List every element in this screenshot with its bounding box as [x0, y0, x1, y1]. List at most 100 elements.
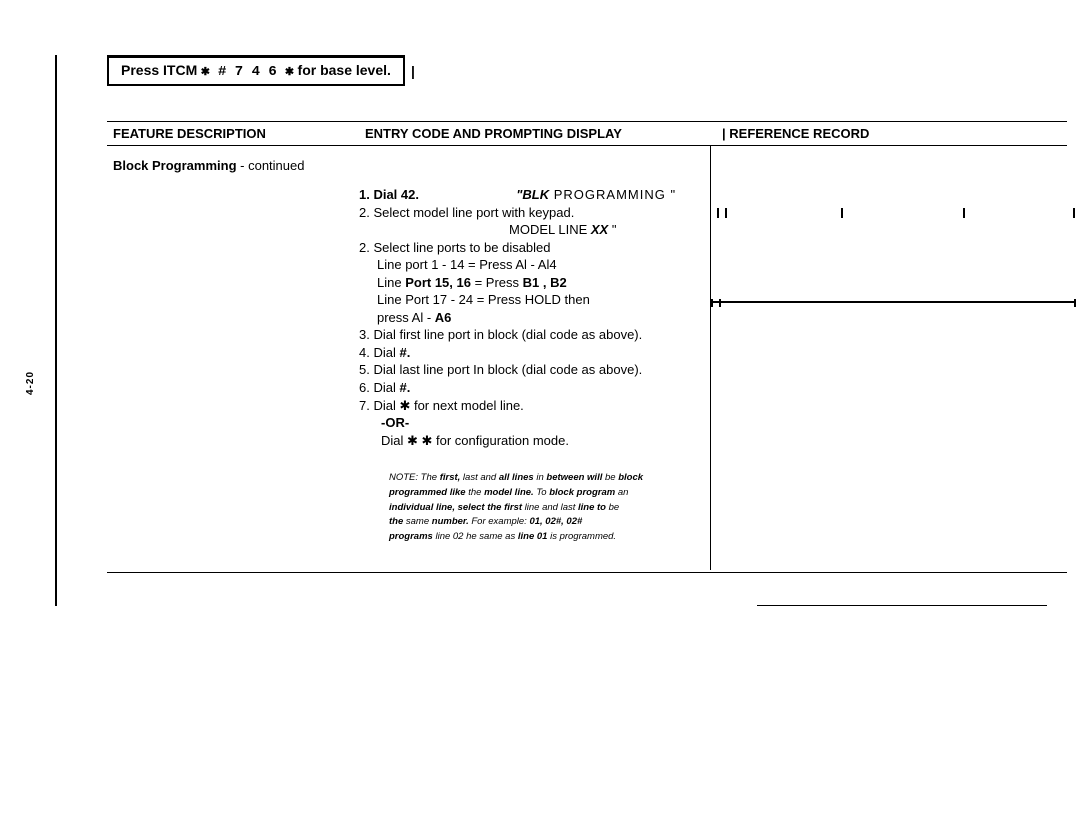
- lineport-17-24: Line Port 17 - 24 = Press HOLD then: [377, 291, 704, 309]
- n1f: between will: [546, 472, 602, 483]
- note-block: NOTE: The first, last and all lines in b…: [389, 471, 704, 545]
- or-row: -OR-: [381, 414, 704, 432]
- reference-record-cell: [711, 146, 1067, 570]
- n1g: be: [602, 472, 618, 483]
- page-side-label: 4-20: [25, 371, 36, 395]
- n4a: the: [389, 516, 406, 527]
- col-ref-text: REFERENCE RECORD: [729, 126, 869, 141]
- note-line2: programmed like the model line. To block…: [389, 486, 704, 501]
- column-header-row: FEATURE DESCRIPTION ENTRY CODE AND PROMP…: [107, 121, 1067, 146]
- step4-a: 4. Dial: [359, 345, 399, 360]
- note-line3: individual line, select the first line a…: [389, 501, 704, 516]
- feature-continued: continued: [248, 158, 304, 173]
- n3d: be: [609, 502, 620, 513]
- for-base-level: for base level.: [298, 62, 391, 78]
- or-label: -OR-: [381, 415, 409, 430]
- dial-star-star: Dial ✱ ✱ for configuration mode.: [381, 432, 704, 450]
- ref-horizontal-line: [711, 301, 1076, 303]
- bottom-rule: [107, 572, 1067, 573]
- tick: [963, 208, 965, 218]
- lp1516-b: Port 15, 16: [405, 275, 471, 290]
- page-frame: Press ITCM ✱ # 7 4 6 ✱ for base level. |…: [55, 55, 1047, 606]
- key-sequence: ✱ # 7 4 6 ✱: [201, 64, 293, 80]
- n2e: block program: [549, 487, 615, 498]
- tick: [711, 299, 713, 307]
- col-header-feature: FEATURE DESCRIPTION: [107, 122, 359, 145]
- lp1516-a: Line: [377, 275, 405, 290]
- model-line-row: MODEL LINE XX ": [509, 221, 704, 239]
- n2d: To: [534, 487, 550, 498]
- n1h: block: [618, 472, 643, 483]
- n4b: same: [406, 516, 432, 527]
- a1a6-b: A6: [435, 310, 452, 325]
- step-1: 1. Dial 42. "BLK PROGRAMMING ": [359, 186, 704, 204]
- press-label: Press: [121, 62, 159, 78]
- tick: [719, 299, 721, 307]
- col-header-entry: ENTRY CODE AND PROMPTING DISPLAY: [359, 122, 716, 145]
- tick: [1073, 208, 1075, 218]
- lp1516-c: = Press: [471, 275, 523, 290]
- step-2a: 2. Select model line port with keypad.: [359, 204, 704, 222]
- n1b: first,: [440, 472, 461, 483]
- model-line-quote: ": [608, 222, 616, 237]
- body-row: Block Programming - continued 1. Dial 42…: [107, 146, 1067, 570]
- n1a: NOTE: The: [389, 472, 440, 483]
- header-separator: |: [411, 63, 415, 79]
- n1e: in: [534, 472, 547, 483]
- lineport-1-14: Line port 1 - 14 = Press Al - Al4: [377, 256, 704, 274]
- lineport-15-16: Line Port 15, 16 = Press B1 , B2: [377, 274, 704, 292]
- a1a6-a: press Al -: [377, 310, 435, 325]
- n5c: line 01: [518, 531, 548, 542]
- main-table: FEATURE DESCRIPTION ENTRY CODE AND PROMP…: [107, 121, 1067, 573]
- feature-description-cell: Block Programming - continued: [107, 146, 359, 570]
- n2b: the: [468, 487, 484, 498]
- n5b: line 02 he same as: [435, 531, 517, 542]
- step-5: 5. Dial last line port In block (dial co…: [359, 361, 704, 379]
- n2c: model line.: [484, 487, 534, 498]
- n1c: last and: [460, 472, 499, 483]
- n4c: number.: [432, 516, 472, 527]
- n2f: an: [615, 487, 628, 498]
- step-4: 4. Dial #.: [359, 344, 704, 362]
- feature-title: Block Programming: [113, 158, 237, 173]
- feature-sep: -: [237, 158, 249, 173]
- header-instruction-box: Press ITCM ✱ # 7 4 6 ✱ for base level.: [107, 55, 405, 86]
- tick: [725, 208, 727, 218]
- lp1516-d: B1 , B2: [523, 275, 567, 290]
- tick: [1074, 299, 1076, 307]
- blk-label: "BLK: [516, 187, 549, 202]
- n3a: individual line, select the first: [389, 502, 525, 513]
- note-line4: the same number. For example: 01, 02#, 0…: [389, 515, 704, 530]
- press-a1-a6: press Al - A6: [377, 309, 704, 327]
- col-header-reference: | REFERENCE RECORD: [716, 122, 1067, 145]
- step1-dial: 1. Dial 42.: [359, 187, 419, 202]
- step6-b: #.: [399, 380, 410, 395]
- n2a: programmed like: [389, 487, 468, 498]
- col-ref-pipe: |: [722, 126, 726, 141]
- step-3: 3. Dial first line port in block (dial c…: [359, 326, 704, 344]
- step-2b: 2. Select line ports to be disabled: [359, 239, 704, 257]
- tick: [717, 208, 719, 218]
- header-row: Press ITCM ✱ # 7 4 6 ✱ for base level. |: [107, 55, 1047, 86]
- model-line-label: MODEL LINE: [509, 222, 591, 237]
- programming-label: PROGRAMMING ": [549, 187, 676, 202]
- bottom-rule-right: [757, 605, 1047, 606]
- n4e: 01, 02#, 02#: [529, 516, 582, 527]
- itcm-label: ITCM: [163, 62, 197, 78]
- n1d: all lines: [499, 472, 534, 483]
- note-line1: NOTE: The first, last and all lines in b…: [389, 471, 704, 486]
- entry-code-cell: 1. Dial 42. "BLK PROGRAMMING " 2. Select…: [359, 146, 711, 570]
- ref-ticks-row1: [711, 206, 1080, 220]
- n5d: is programmed.: [547, 531, 616, 542]
- step-7: 7. Dial ✱ for next model line.: [359, 397, 704, 415]
- model-line-xx: XX: [591, 222, 608, 237]
- step4-b: #.: [399, 345, 410, 360]
- n3b: line and last: [525, 502, 578, 513]
- n4d: For example:: [471, 516, 529, 527]
- note-line5: programs line 02 he same as line 01 is p…: [389, 530, 704, 545]
- tick: [841, 208, 843, 218]
- n5a: programs: [389, 531, 435, 542]
- step6-a: 6. Dial: [359, 380, 399, 395]
- n3c: line to: [578, 502, 609, 513]
- step-6: 6. Dial #.: [359, 379, 704, 397]
